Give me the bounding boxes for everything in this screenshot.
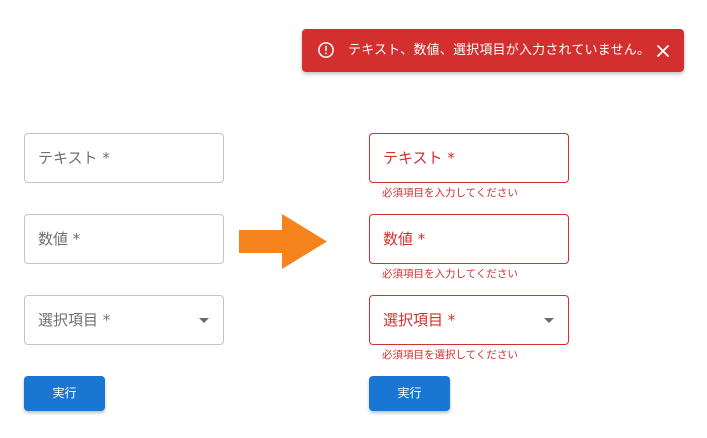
select-field-label: 選択項目 *	[383, 311, 456, 329]
select-field-label: 選択項目 *	[38, 311, 111, 329]
text-field-label: テキスト *	[383, 149, 455, 167]
select-field-helper: 必須項目を選択してください	[382, 349, 518, 361]
select-field-error[interactable]: 選択項目 *	[369, 295, 569, 345]
chevron-down-icon[interactable]	[544, 318, 554, 323]
text-field-label: テキスト *	[38, 149, 110, 167]
text-field-before[interactable]: テキスト *	[24, 133, 224, 183]
error-outline-icon	[318, 42, 334, 58]
text-field-error[interactable]: テキスト *	[369, 133, 569, 183]
number-field-label: 数値 *	[38, 230, 81, 248]
submit-button-before[interactable]: 実行	[24, 376, 105, 411]
error-toast: テキスト、数値、選択項目が入力されていません。	[302, 29, 684, 72]
close-icon[interactable]	[653, 41, 673, 61]
arrow-right-icon	[239, 214, 327, 269]
select-field-before[interactable]: 選択項目 *	[24, 295, 224, 345]
submit-button-after[interactable]: 実行	[369, 376, 450, 411]
chevron-down-icon[interactable]	[199, 318, 209, 323]
text-field-helper: 必須項目を入力してください	[382, 187, 518, 199]
number-field-before[interactable]: 数値 *	[24, 214, 224, 264]
toast-message: テキスト、数値、選択項目が入力されていません。	[348, 43, 651, 58]
stage: テキスト、数値、選択項目が入力されていません。 テキスト * 数値 * 選択項目…	[0, 0, 707, 438]
number-field-helper: 必須項目を入力してください	[382, 268, 518, 280]
number-field-error[interactable]: 数値 *	[369, 214, 569, 264]
number-field-label: 数値 *	[383, 230, 426, 248]
